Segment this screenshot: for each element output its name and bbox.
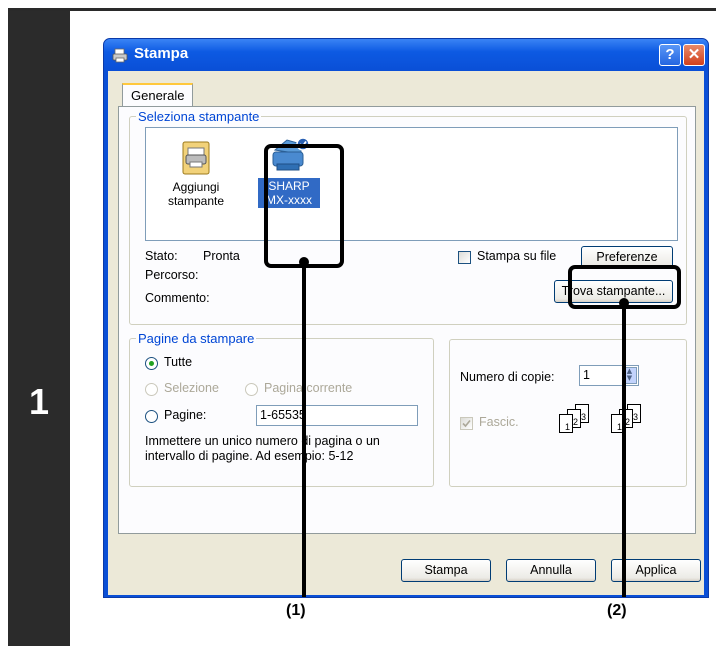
dialog-body: Generale Seleziona stampante Aggiungi st… bbox=[108, 71, 704, 595]
print-dialog: Stampa ? ✕ Generale Seleziona stampante … bbox=[103, 38, 709, 598]
checkmark-icon bbox=[462, 419, 471, 428]
callout-label-2: (2) bbox=[607, 602, 627, 619]
radio-pages-label[interactable]: Pagine: bbox=[164, 408, 206, 422]
help-button[interactable]: ? bbox=[659, 44, 681, 66]
printer-label-line1: Aggiungi bbox=[172, 180, 220, 194]
select-printer-legend: Seleziona stampante bbox=[138, 109, 260, 124]
print-button[interactable]: Stampa bbox=[401, 559, 491, 582]
pages-input[interactable]: 1-65535 bbox=[256, 405, 418, 426]
radio-selection-label[interactable]: Selezione bbox=[164, 381, 219, 395]
page-range-hint-line1: Immettere un unico numero di pagina o un bbox=[145, 434, 380, 448]
callout-dot-1 bbox=[299, 257, 309, 267]
print-to-file-label[interactable]: Stampa su file bbox=[477, 249, 556, 263]
printer-list[interactable]: Aggiungi stampante SHARP MX-xxxx bbox=[145, 127, 678, 241]
add-printer-icon bbox=[182, 141, 210, 175]
step-number: 1 bbox=[28, 381, 50, 422]
status-label: Stato: bbox=[145, 249, 178, 263]
collate-checkbox[interactable] bbox=[460, 417, 473, 430]
callout-dot-2 bbox=[619, 298, 629, 308]
dialog-title: Stampa bbox=[134, 45, 189, 62]
printer-icon bbox=[112, 48, 128, 63]
page-range-legend: Pagine da stampare bbox=[138, 331, 255, 346]
page-range-hint-line2: intervallo di pagine. Ad esempio: 5-12 bbox=[145, 449, 354, 463]
printer-item-add[interactable]: Aggiungi stampante bbox=[158, 140, 234, 208]
collate-label[interactable]: Fascic. bbox=[479, 415, 519, 429]
callout-leader-1 bbox=[302, 267, 306, 597]
tab-panel: Seleziona stampante Aggiungi stampante S… bbox=[118, 106, 696, 534]
radio-all-label[interactable]: Tutte bbox=[164, 355, 192, 369]
step-bar: 1 bbox=[8, 11, 70, 646]
radio-pages[interactable] bbox=[145, 410, 158, 423]
printer-label-line2: stampante bbox=[167, 194, 225, 208]
callout-label-1: (1) bbox=[286, 602, 306, 619]
status-value: Pronta bbox=[203, 249, 240, 263]
path-label: Percorso: bbox=[145, 268, 199, 282]
title-bar[interactable]: Stampa ? ✕ bbox=[104, 39, 708, 71]
callout-leader-2 bbox=[622, 308, 626, 597]
print-to-file-checkbox[interactable] bbox=[458, 251, 471, 264]
tab-generale[interactable]: Generale bbox=[122, 83, 194, 107]
radio-current-page[interactable] bbox=[245, 383, 258, 396]
radio-current-page-label[interactable]: Pagina corrente bbox=[264, 381, 352, 395]
comment-label: Commento: bbox=[145, 291, 210, 305]
copies-label: Numero di copie: bbox=[460, 370, 555, 384]
radio-selection[interactable] bbox=[145, 383, 158, 396]
radio-all[interactable] bbox=[145, 357, 158, 370]
close-button[interactable]: ✕ bbox=[683, 44, 705, 66]
callout-box-printer bbox=[264, 144, 344, 268]
cancel-button[interactable]: Annulla bbox=[506, 559, 596, 582]
